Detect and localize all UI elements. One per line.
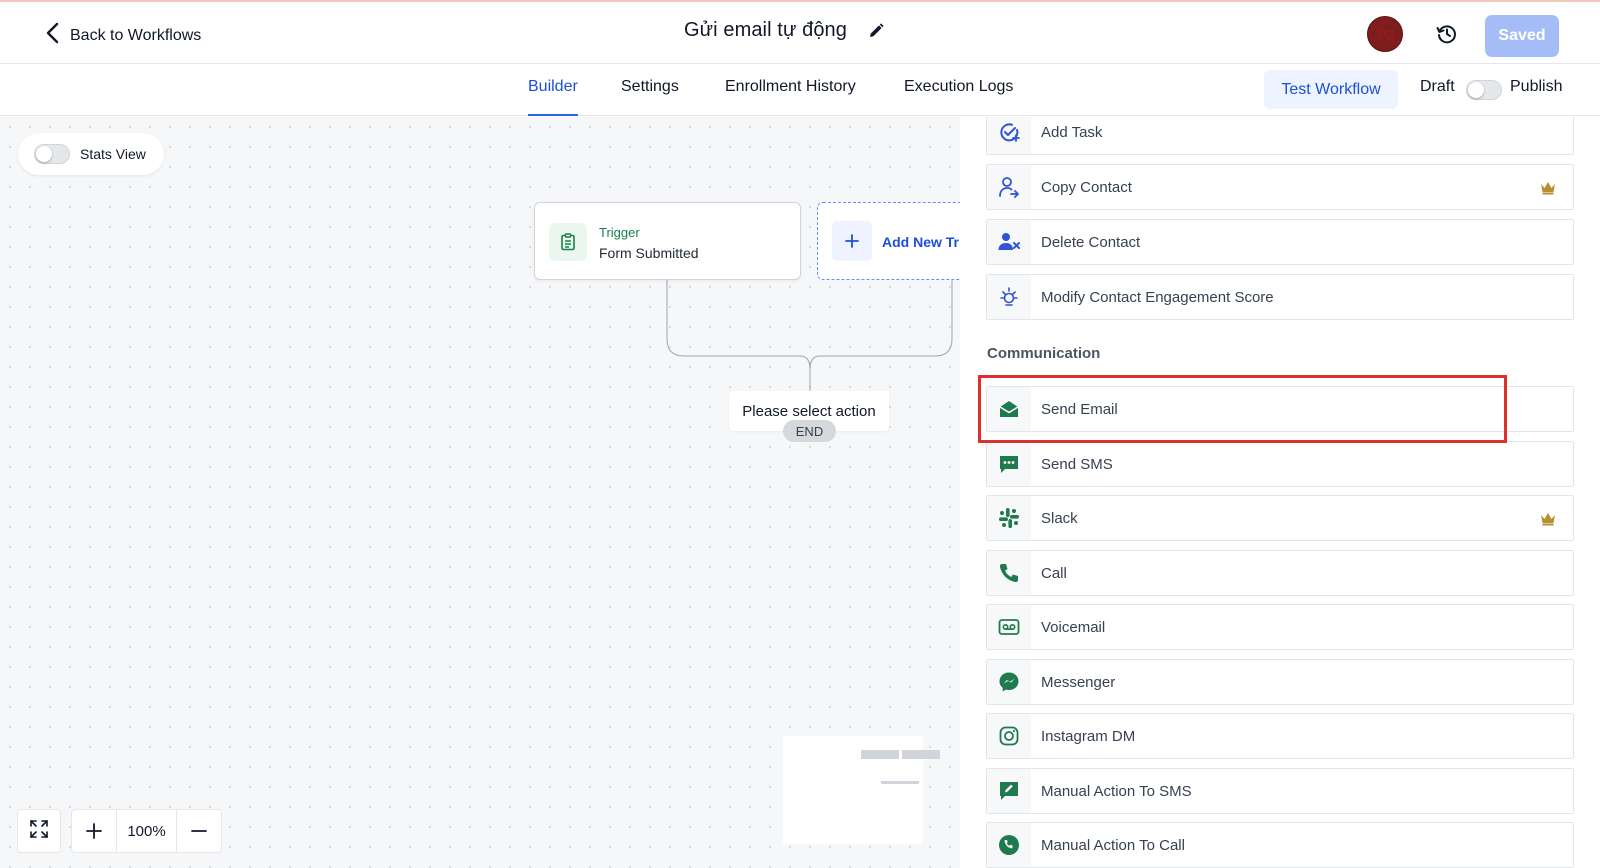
voicemail-icon — [987, 605, 1031, 649]
fit-view-button[interactable] — [17, 809, 61, 853]
minimap-node — [902, 750, 940, 759]
action-manual-sms[interactable]: Manual Action To SMS — [986, 768, 1574, 814]
sms-icon — [987, 442, 1031, 486]
action-send-email[interactable]: Send Email — [986, 386, 1574, 432]
action-delete-contact[interactable]: Delete Contact — [986, 219, 1574, 265]
add-new-trigger-label: Add New Tri — [882, 234, 960, 250]
end-node: END — [783, 420, 836, 442]
tab-settings[interactable]: Settings — [621, 78, 679, 116]
tab-bar: Builder Settings Enrollment History Exec… — [0, 64, 1600, 116]
trigger-type-label: Trigger — [599, 225, 640, 240]
actions-panel[interactable]: Add Task Copy Contact Delete Contact Mod… — [960, 117, 1600, 868]
delete-contact-icon — [987, 220, 1031, 264]
slack-icon — [987, 496, 1031, 540]
workflow-title: Gửi email tự động — [684, 19, 847, 41]
app-header: Back to Workflows Gửi email tự động TQ S… — [0, 2, 1600, 64]
trigger-name-label: Form Submitted — [599, 245, 699, 261]
title-group: Gửi email tự động — [684, 19, 885, 42]
email-icon — [987, 387, 1031, 431]
minus-icon — [191, 830, 208, 832]
action-manual-call[interactable]: Manual Action To Call — [986, 822, 1574, 868]
add-new-trigger-node[interactable]: Add New Tri — [817, 202, 960, 280]
manual-sms-icon — [987, 769, 1031, 813]
action-label: Instagram DM — [1041, 727, 1136, 745]
action-copy-contact[interactable]: Copy Contact — [986, 164, 1574, 210]
action-slack[interactable]: Slack — [986, 495, 1574, 541]
copy-contact-icon — [987, 165, 1031, 209]
action-label: Slack — [1041, 509, 1078, 527]
saved-button[interactable]: Saved — [1485, 15, 1559, 57]
back-to-workflows-link[interactable]: Back to Workflows — [44, 22, 201, 49]
zoom-controls: 100% — [71, 809, 222, 853]
action-messenger[interactable]: Messenger — [986, 659, 1574, 705]
avatar[interactable]: TQ — [1367, 16, 1403, 52]
clipboard-icon — [549, 223, 587, 261]
action-voicemail[interactable]: Voicemail — [986, 604, 1574, 650]
action-label: Copy Contact — [1041, 178, 1132, 196]
zoom-in-button[interactable] — [72, 810, 116, 852]
minimap[interactable] — [783, 736, 940, 844]
back-label: Back to Workflows — [70, 26, 202, 44]
tab-enrollment-history[interactable]: Enrollment History — [725, 78, 856, 116]
action-label: Messenger — [1041, 673, 1116, 691]
plus-icon — [85, 823, 102, 839]
chevron-left-icon — [44, 22, 62, 49]
action-label: Send Email — [1041, 400, 1118, 418]
zoom-out-button[interactable] — [177, 810, 221, 852]
publish-label: Publish — [1510, 78, 1563, 95]
action-label: Manual Action To SMS — [1041, 782, 1192, 800]
tab-builder[interactable]: Builder — [528, 78, 578, 116]
zoom-level: 100% — [115, 810, 178, 852]
phone-icon — [987, 551, 1031, 595]
action-send-sms[interactable]: Send SMS — [986, 441, 1574, 487]
task-check-icon — [987, 117, 1031, 154]
action-label: Delete Contact — [1041, 233, 1141, 251]
plus-icon — [832, 221, 872, 261]
expand-icon — [28, 818, 50, 845]
premium-crown-icon — [1539, 510, 1557, 526]
action-label: Modify Contact Engagement Score — [1041, 288, 1274, 306]
test-workflow-button[interactable]: Test Workflow — [1264, 70, 1398, 109]
pencil-icon[interactable] — [867, 22, 885, 40]
tab-execution-logs[interactable]: Execution Logs — [904, 78, 1013, 116]
action-label: Add Task — [1041, 123, 1103, 141]
action-add-task[interactable]: Add Task — [986, 117, 1574, 155]
draft-label: Draft — [1420, 78, 1455, 95]
action-label: Call — [1041, 564, 1067, 582]
premium-crown-icon — [1539, 179, 1557, 195]
engagement-score-icon — [987, 275, 1031, 319]
publish-toggle[interactable] — [1466, 80, 1502, 100]
action-instagram-dm[interactable]: Instagram DM — [986, 713, 1574, 759]
workflow-canvas[interactable]: Stats View Trigger Form Submitted Add Ne… — [0, 117, 960, 868]
trigger-node[interactable]: Trigger Form Submitted — [534, 202, 801, 280]
action-label: Manual Action To Call — [1041, 836, 1185, 854]
action-label: Voicemail — [1041, 618, 1106, 636]
minimap-node — [861, 750, 899, 759]
manual-call-icon — [987, 823, 1031, 867]
section-title-communication: Communication — [987, 345, 1101, 362]
history-icon[interactable] — [1435, 22, 1459, 46]
minimap-node — [881, 781, 919, 784]
action-label: Send SMS — [1041, 455, 1113, 473]
action-call[interactable]: Call — [986, 550, 1574, 596]
messenger-icon — [987, 660, 1031, 704]
instagram-icon — [987, 714, 1031, 758]
toggle-knob — [1468, 82, 1484, 98]
action-modify-engagement-score[interactable]: Modify Contact Engagement Score — [986, 274, 1574, 320]
